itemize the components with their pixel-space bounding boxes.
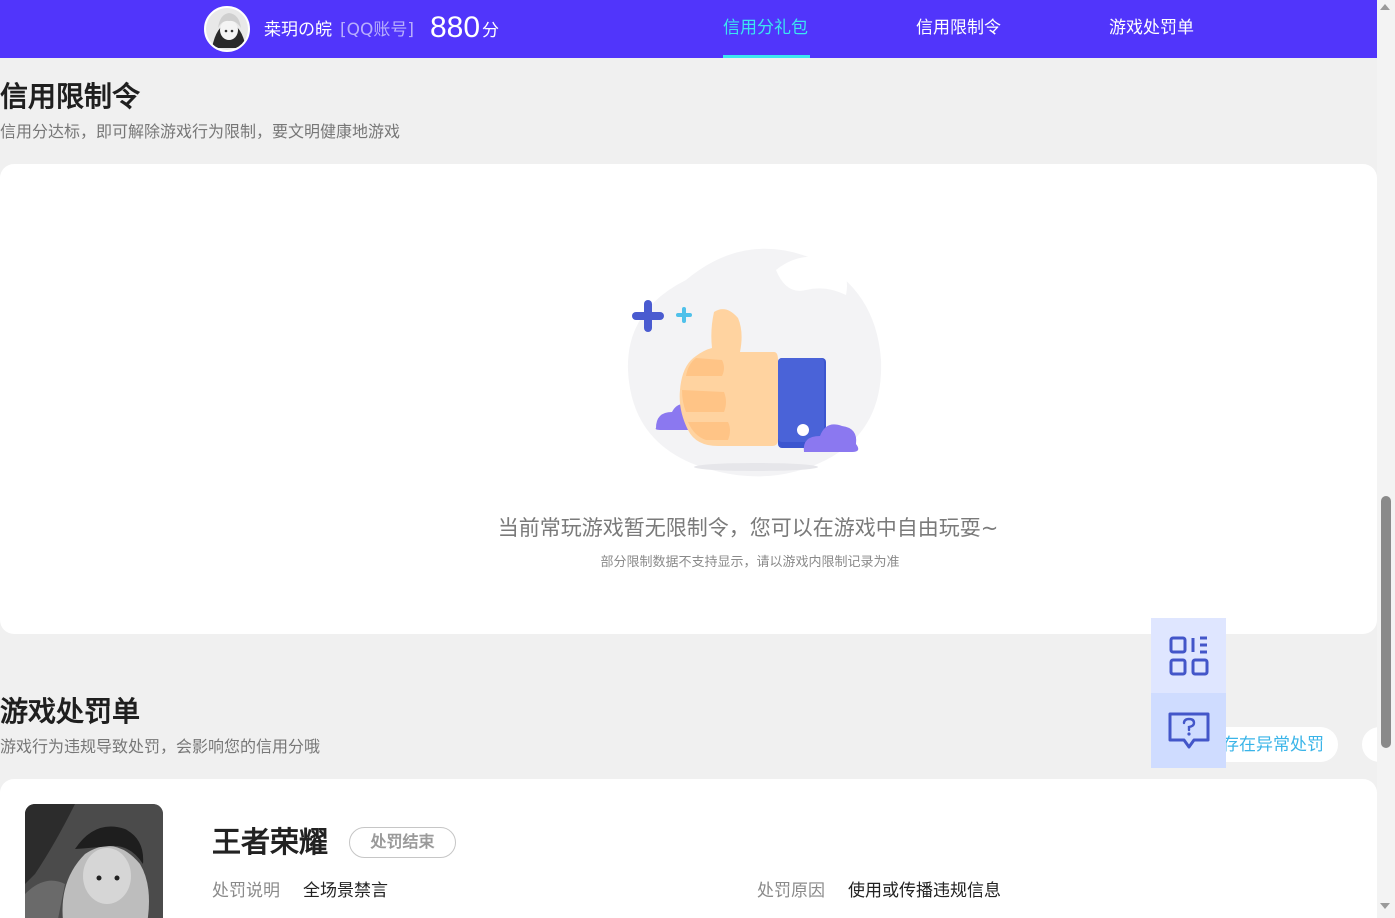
scroll-up-icon[interactable] <box>1380 4 1390 10</box>
scrollbar-thumb[interactable] <box>1381 496 1391 748</box>
penalty-section-title: 游戏处罚单 <box>0 695 141 728</box>
account-type: [QQ账号] <box>340 20 415 40</box>
credit-score-unit: 分 <box>482 21 499 41</box>
game-name: 王者荣耀 <box>212 825 329 859</box>
empty-restriction-note: 部分限制数据不支持显示，请以游戏内限制记录为准 <box>600 555 900 570</box>
thumbs-up-icon <box>626 240 886 480</box>
penalty-reason-value: 使用或传播违规信息 <box>848 881 1001 901</box>
top-nav-bar: 桒玥の皖 [QQ账号] 880 分 信用分礼包 信用限制令 游戏处罚单 <box>0 0 1377 58</box>
penalty-reason-label: 处罚原因 <box>757 881 825 901</box>
scroll-down-icon[interactable] <box>1380 903 1390 909</box>
restriction-section-title: 信用限制令 <box>0 80 141 113</box>
empty-restriction-message: 当前常玩游戏暂无限制令，您可以在游戏中自由玩耍~ <box>497 516 999 540</box>
game-thumbnail <box>25 804 163 918</box>
active-tab-indicator <box>723 55 810 58</box>
restriction-section-subtitle: 信用分达标，即可解除游戏行为限制，要文明健康地游戏 <box>0 122 401 141</box>
help-button[interactable] <box>1151 693 1226 768</box>
qr-code-button[interactable] <box>1151 618 1226 693</box>
scrollbar-track[interactable] <box>1377 0 1395 918</box>
tab-credit-gift[interactable]: 信用分礼包 <box>723 17 808 39</box>
penalty-desc-value: 全场景禁言 <box>303 881 388 901</box>
tab-credit-restriction[interactable]: 信用限制令 <box>916 17 1001 39</box>
help-chat-icon <box>1168 712 1209 748</box>
penalty-card <box>0 779 1377 918</box>
anomaly-penalty-link[interactable]: 存在异常处罚 <box>1222 733 1324 757</box>
penalty-section-subtitle: 游戏行为违规导致处罚，会影响您的信用分哦 <box>0 737 321 756</box>
status-badge: 处罚结束 <box>349 827 456 858</box>
tab-game-penalty[interactable]: 游戏处罚单 <box>1109 17 1194 39</box>
penalty-desc-label: 处罚说明 <box>212 881 280 901</box>
credit-score: 880 <box>430 11 481 44</box>
qr-code-icon <box>1169 636 1208 675</box>
username: 桒玥の皖 <box>264 20 332 40</box>
avatar[interactable] <box>204 6 250 52</box>
